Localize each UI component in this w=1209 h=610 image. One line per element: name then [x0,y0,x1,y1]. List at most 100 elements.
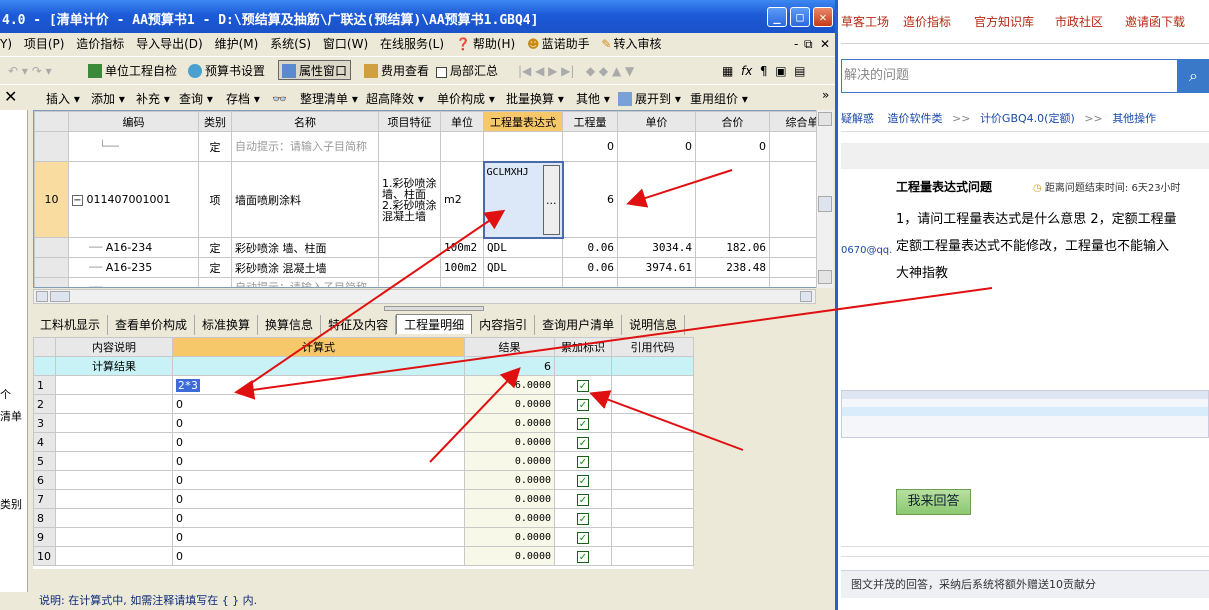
mdi-close-button[interactable]: ✕ [820,33,830,55]
scroll-thumb[interactable] [818,196,832,212]
menu-window[interactable]: 窗口(W) [323,33,368,55]
mdi-restore-button[interactable]: ⧉ [804,33,813,55]
batch-convert-menu[interactable]: 批量换算 ▾ [506,89,564,109]
accumulate-checkbox[interactable]: ✓ [577,379,589,392]
menu-import-export[interactable]: 导入导出(D) [136,33,203,55]
reuse-pricing-menu[interactable]: 重用组价 ▾ [690,89,748,109]
tab-unit-price[interactable]: 查看单价构成 [108,315,196,335]
query-menu[interactable]: 查询 ▾ [179,89,213,109]
table-row[interactable]: 1 2*3 6.0000 ✓ [33,375,694,395]
qty-expr-cell[interactable]: GCLMXHJ ... [482,160,564,239]
breadcrumb-item[interactable]: 其他操作 [1112,112,1156,125]
partial-summary-tool[interactable]: 局部汇总 [436,61,498,81]
table-row[interactable]: ── 自动提示：请输入子目简称 [34,277,832,287]
table-row[interactable]: 2 0 0.0000 ✓ [33,394,694,414]
col-content-desc[interactable]: 内容说明 [55,337,173,357]
menu-cost-index[interactable]: 造价指标 [76,33,124,55]
organize-list-menu[interactable]: 整理清单 ▾ [300,89,358,109]
mdi-minimize-button[interactable]: - [794,33,798,55]
table-row[interactable]: 9 0 0.0000 ✓ [33,527,694,547]
col-type[interactable]: 类别 [198,111,232,132]
col-unit[interactable]: 单位 [440,111,484,132]
nav-arrows-icon[interactable]: |◀ ◀ ▶ ▶| ◆ ◆ ▲ ▼ [518,61,634,81]
menu-help[interactable]: 帮助(H) [473,33,515,55]
col-code[interactable]: 编码 [68,111,199,132]
hscroll-thumb[interactable] [50,291,70,302]
table-row[interactable]: 6 0 0.0000 ✓ [33,470,694,490]
maximize-button[interactable]: □ [790,7,810,27]
formula-cell[interactable]: 0 [172,394,465,414]
unit-price-menu[interactable]: 单价构成 ▾ [437,89,495,109]
col-feature[interactable]: 项目特征 [378,111,441,132]
formula-cell[interactable]: 0 [172,527,465,547]
menu-online-service[interactable]: 在线服务(L) [380,33,444,55]
close-panel-icon[interactable]: ✕ [4,87,17,107]
formula-cell[interactable]: 0 [172,413,465,433]
nav-link-knowledge[interactable]: 官方知识库 [974,13,1034,30]
tab-description[interactable]: 说明信息 [622,315,686,335]
accumulate-checkbox[interactable]: ✓ [577,417,589,430]
breadcrumb-item[interactable]: 造价软件类 [888,112,943,125]
col-qty-expr[interactable]: 工程量表达式 [483,111,563,132]
col-qty[interactable]: 工程量 [562,111,618,132]
nav-link-workshop[interactable]: 草客工场 [841,13,889,30]
menu-assistant[interactable]: 蓝诺助手 [542,33,590,55]
unit-check-tool[interactable]: 单位工程自检 [88,61,177,81]
col-price[interactable]: 单价 [617,111,696,132]
scroll-right-icon[interactable] [800,291,812,302]
accumulate-checkbox[interactable]: ✓ [577,531,589,544]
table-row-selected[interactable]: 10 − 011407001001 项 墙面喷刷涂料 1.彩砂喷涂 墙、柱面 2… [34,160,832,239]
collapse-icon[interactable]: − [72,195,83,206]
tab-user-list[interactable]: 查询用户清单 [535,315,623,335]
tab-standard-convert[interactable]: 标准换算 [195,315,259,335]
menu-maintain[interactable]: 维护(M) [215,33,259,55]
accumulate-checkbox[interactable]: ✓ [577,455,589,468]
binoculars-icon[interactable]: 👓 [272,89,287,109]
table-row[interactable]: 10 0 0.0000 ✓ [33,546,694,566]
supplement-menu[interactable]: 补充 ▾ [136,89,170,109]
archive-menu[interactable]: 存档 ▾ [226,89,260,109]
accumulate-checkbox[interactable]: ✓ [577,474,589,487]
accumulate-checkbox[interactable]: ✓ [577,436,589,449]
height-reduction-menu[interactable]: 超高降效 ▾ [366,89,424,109]
accumulate-checkbox[interactable]: ✓ [577,398,589,411]
nav-link-municipal[interactable]: 市政社区 [1055,13,1103,30]
formula-cell[interactable]: 0 [172,432,465,452]
fee-view-tool[interactable]: 费用查看 [364,61,429,81]
accumulate-checkbox[interactable]: ✓ [577,550,589,563]
toolbar-overflow-icon[interactable]: » [822,85,829,105]
formula-cell[interactable]: 0 [172,546,465,566]
col-ref-code[interactable]: 引用代码 [611,337,694,357]
formula-cell[interactable]: 2*3 [172,375,465,395]
bill-grid-vscroll[interactable] [816,110,833,288]
attached-screenshot-thumbnail[interactable] [841,390,1209,438]
accumulate-checkbox[interactable]: ✓ [577,493,589,506]
budget-settings-tool[interactable]: 预算书设置 [188,61,265,81]
formula-cell[interactable]: 0 [172,508,465,528]
insert-menu[interactable]: 插入 ▾ [46,89,80,109]
search-input[interactable]: 解决的问题 [841,59,1178,93]
table-row[interactable]: 5 0 0.0000 ✓ [33,451,694,471]
tab-convert-info[interactable]: 换算信息 [258,315,322,335]
breadcrumb-item[interactable]: 疑解惑 [841,112,874,125]
table-row[interactable]: ── A16-234 定 彩砂喷涂 墙、柱面 100m2 QDL 0.06 30… [34,237,832,258]
close-button[interactable]: ✕ [813,7,833,27]
formula-cell[interactable]: 0 [172,470,465,490]
nav-link-invitation[interactable]: 邀请函下载 [1125,13,1185,30]
tab-qty-detail[interactable]: 工程量明细 [396,314,473,334]
nav-link-cost-index[interactable]: 造价指标 [903,13,951,30]
table-row[interactable]: 3 0 0.0000 ✓ [33,413,694,433]
menu-y[interactable]: Y) [0,33,12,55]
answer-button[interactable]: 我来回答 [896,489,971,515]
expr-edit-button[interactable]: ... [543,164,560,235]
table-row[interactable]: 7 0 0.0000 ✓ [33,489,694,509]
bill-grid-hscroll[interactable] [33,289,816,304]
other-menu[interactable]: 其他 ▾ [576,89,610,109]
add-menu[interactable]: 添加 ▾ [91,89,125,109]
formula-cell[interactable]: 0 [172,489,465,509]
table-row[interactable]: ── A16-235 定 彩砂喷涂 混凝土墙 100m2 QDL 0.06 39… [34,257,832,278]
search-icon[interactable]: ⌕ [1178,59,1209,93]
undo-icon[interactable]: ↶ ▾ ↷ ▾ [8,61,52,81]
tab-materials[interactable]: 工料机显示 [33,315,109,335]
tab-features[interactable]: 特征及内容 [321,315,397,335]
